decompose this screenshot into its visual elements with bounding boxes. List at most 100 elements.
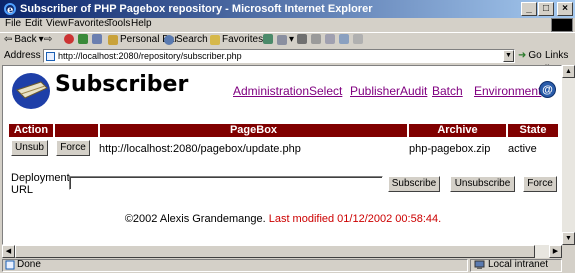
- windows-logo-icon: [551, 18, 573, 32]
- research-button[interactable]: [353, 34, 363, 44]
- go-arrow-icon: ➜: [518, 50, 527, 61]
- nav-publisher[interactable]: Publisher: [350, 84, 400, 98]
- address-label: Address: [4, 50, 41, 61]
- nav-administration[interactable]: Administration: [233, 84, 309, 98]
- mail-button[interactable]: ▾: [277, 34, 294, 45]
- help-icon[interactable]: @: [539, 81, 556, 98]
- unsub-button[interactable]: Unsub: [11, 140, 48, 156]
- go-button[interactable]: ➜ Go: [518, 50, 542, 61]
- header-action: Action: [9, 124, 53, 137]
- dropdown-arrow-icon: ▾: [289, 34, 295, 45]
- menu-edit[interactable]: Edit: [25, 18, 42, 29]
- print-icon: [297, 34, 307, 44]
- menu-file[interactable]: File: [5, 18, 21, 29]
- forward-arrow-icon: ⇨: [44, 34, 53, 45]
- back-arrow-icon: ⇦: [4, 34, 13, 45]
- page-footer: ©2002 Alexis Grandemange. Last modified …: [3, 213, 561, 225]
- status-panel-main: [2, 259, 468, 272]
- print-button[interactable]: [297, 34, 307, 44]
- pagebox-url: http://localhost:2080/pagebox/update.php: [99, 143, 301, 155]
- nav-batch[interactable]: Batch: [432, 84, 463, 98]
- intranet-icon: [474, 260, 485, 273]
- stop-button[interactable]: [64, 34, 74, 44]
- search-icon: [164, 34, 174, 45]
- back-button[interactable]: ⇦ Back ▾: [4, 34, 44, 45]
- go-label: Go: [528, 50, 542, 61]
- scroll-left-icon[interactable]: ◀: [2, 245, 15, 258]
- stop-icon: [64, 34, 74, 44]
- menu-favorites[interactable]: Favorites: [68, 18, 109, 29]
- history-icon: [263, 34, 273, 44]
- favorites-button[interactable]: Favorites: [210, 34, 263, 45]
- address-dropdown-button[interactable]: ▼: [503, 50, 514, 62]
- archive-name: php-pagebox.zip: [409, 143, 491, 155]
- zone-text: Local intranet: [488, 259, 549, 270]
- scroll-up-icon[interactable]: ▲: [562, 65, 575, 78]
- force-row-button[interactable]: Force: [56, 140, 90, 156]
- nav-environment[interactable]: Environment: [474, 84, 541, 98]
- edit-icon: [311, 34, 321, 44]
- page-title: Subscriber: [55, 72, 189, 97]
- messenger-icon: [339, 34, 349, 44]
- discuss-icon: [325, 34, 335, 44]
- deployment-url-input[interactable]: [69, 176, 383, 190]
- address-input[interactable]: http://localhost:2080/repository/subscri…: [43, 49, 515, 63]
- home-button[interactable]: [92, 34, 102, 44]
- edit-button[interactable]: [311, 34, 321, 44]
- search-button[interactable]: Search: [164, 34, 208, 45]
- maximize-button[interactable]: □: [538, 2, 554, 16]
- subscribe-button[interactable]: Subscribe: [388, 176, 440, 192]
- window-title: Subscriber of PHP Pagebox repository - M…: [20, 3, 373, 15]
- header-action-blank: [55, 124, 98, 137]
- header-archive: Archive: [409, 124, 506, 137]
- pagebox-logo: [12, 73, 50, 109]
- minimize-button[interactable]: _: [521, 2, 537, 16]
- address-bar: Address http://localhost:2080/repository…: [0, 48, 575, 72]
- nav-select[interactable]: Select: [309, 84, 342, 98]
- unsubscribe-button[interactable]: Unsubscribe: [450, 176, 515, 192]
- discuss-button[interactable]: [325, 34, 335, 44]
- links-label: Links: [545, 50, 569, 61]
- scroll-down-icon[interactable]: ▼: [562, 232, 575, 245]
- menu-bar: File Edit View Favorites Tools Help: [0, 18, 575, 32]
- page-icon: [46, 52, 55, 61]
- copyright-text: ©2002 Alexis Grandemange.: [124, 213, 266, 225]
- close-button[interactable]: ×: [557, 2, 573, 16]
- menu-help[interactable]: Help: [131, 18, 152, 29]
- personal-bar-icon: [108, 34, 118, 45]
- search-label: Search: [176, 34, 208, 45]
- forward-button[interactable]: ⇨: [44, 34, 52, 45]
- address-url: http://localhost:2080/repository/subscri…: [58, 51, 242, 61]
- title-bar: e Subscriber of PHP Pagebox repository -…: [0, 0, 575, 18]
- favorites-label: Favorites: [222, 34, 264, 45]
- home-icon: [92, 34, 102, 44]
- state-value: active: [508, 143, 537, 155]
- menu-tools[interactable]: Tools: [107, 18, 130, 29]
- page-viewport: Subscriber Administration Select Publish…: [2, 65, 562, 245]
- horizontal-scrollbar[interactable]: ◀ ▶: [2, 245, 562, 258]
- page-done-icon: [5, 260, 15, 273]
- svg-text:e: e: [7, 5, 13, 16]
- last-modified-text: Last modified 01/12/2002 00:58:44.: [268, 213, 442, 225]
- messenger-button[interactable]: [339, 34, 349, 44]
- force-deploy-button[interactable]: Force: [523, 176, 557, 192]
- history-button[interactable]: [263, 34, 273, 44]
- refresh-button[interactable]: [78, 34, 88, 44]
- refresh-icon: [78, 34, 88, 44]
- mail-icon: [277, 34, 287, 45]
- deployment-url-label: Deployment URL: [11, 172, 70, 196]
- status-text: Done: [17, 259, 41, 270]
- back-label: Back: [14, 34, 37, 45]
- header-state: State: [508, 124, 558, 137]
- favorites-icon: [210, 34, 220, 45]
- size-box: [562, 245, 575, 258]
- header-pagebox: PageBox: [100, 124, 407, 137]
- menu-view[interactable]: View: [46, 18, 68, 29]
- nav-audit[interactable]: Audit: [400, 84, 427, 98]
- scroll-right-icon[interactable]: ▶: [549, 245, 562, 258]
- horizontal-scroll-thumb[interactable]: [15, 245, 535, 258]
- research-icon: [353, 34, 363, 44]
- ie-icon: e: [4, 3, 16, 16]
- dropdown-arrow-icon: ▾: [38, 34, 44, 45]
- vertical-scrollbar[interactable]: ▲ ▼: [562, 65, 575, 245]
